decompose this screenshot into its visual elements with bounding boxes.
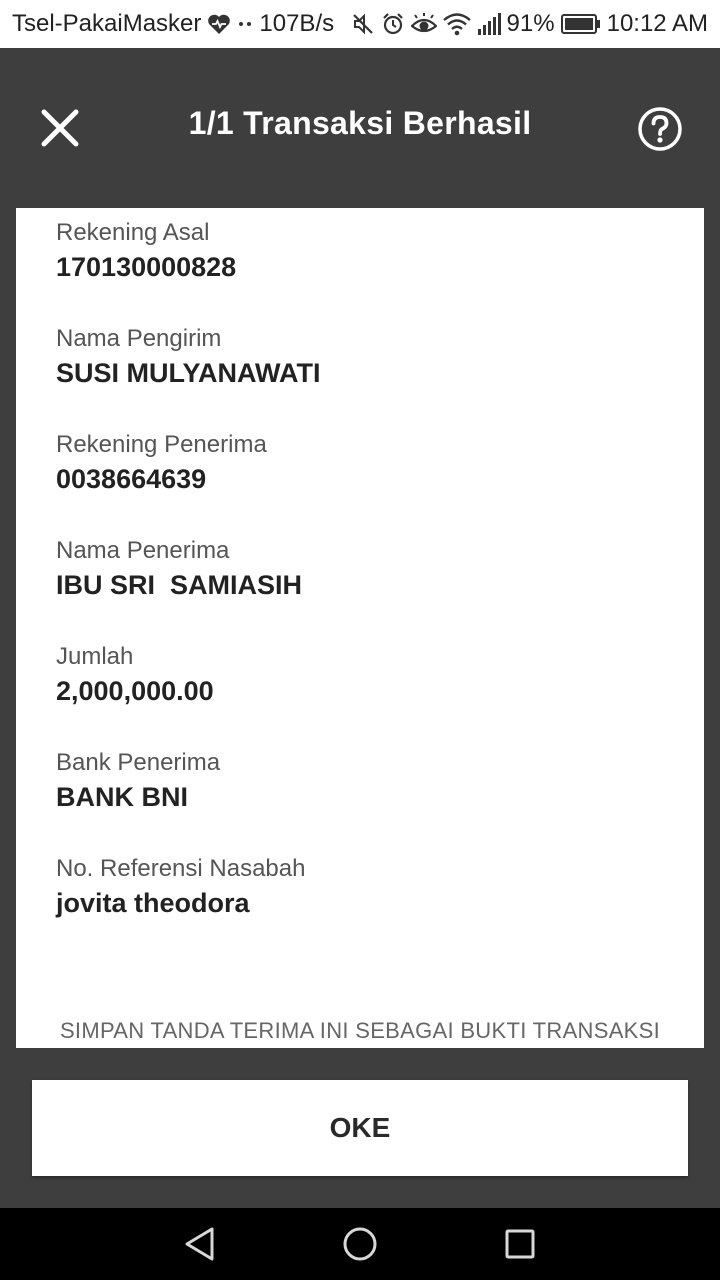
field-value: IBU SRI SAMIASIH [56, 570, 303, 600]
receipt-footer-note: SIMPAN TANDA TERIMA INI SEBAGAI BUKTI TR… [59, 1018, 661, 1043]
close-icon [41, 109, 79, 147]
status-bar: Tsel-PakaiMasker 107B/s 91% 10:12 AM [0, 0, 720, 48]
field-label: Nama Penerima [56, 537, 230, 564]
home-icon [343, 1227, 377, 1261]
field-jumlah: Jumlah 2,000,000.00 [56, 642, 214, 708]
receipt-card: Rekening Asal 170130000828 Nama Pengirim… [16, 208, 704, 1048]
recents-icon [505, 1229, 535, 1259]
alarm-icon [381, 12, 405, 36]
field-label: Bank Penerima [56, 749, 221, 776]
field-label: Rekening Asal [56, 219, 210, 246]
field-label: Jumlah [56, 643, 134, 670]
app-header: 1/1 Transaksi Berhasil [0, 48, 720, 208]
field-nama-penerima: Nama Penerima IBU SRI SAMIASIH [56, 536, 302, 602]
dots-icon [237, 19, 253, 29]
field-referensi-nasabah: No. Referensi Nasabah jovita theodora [56, 854, 305, 920]
field-value: 0038664639 [56, 464, 207, 494]
battery-icon [560, 14, 601, 34]
field-value: BANK BNI [56, 782, 188, 812]
field-bank-penerima: Bank Penerima BANK BNI [56, 748, 220, 814]
page-title: 1/1 Transaksi Berhasil [188, 105, 532, 141]
battery-percent: 91% [506, 10, 555, 37]
field-value: jovita theodora [56, 888, 250, 918]
nav-recents-button[interactable] [496, 1220, 544, 1268]
net-speed: 107B/s [259, 10, 335, 37]
eye-icon [410, 13, 437, 35]
back-icon [185, 1227, 214, 1261]
nav-bar [0, 1208, 720, 1280]
help-icon [638, 107, 682, 151]
field-label: Nama Pengirim [56, 325, 222, 352]
help-button[interactable] [636, 105, 684, 153]
close-button[interactable] [38, 106, 82, 150]
field-value: 170130000828 [56, 252, 237, 282]
wifi-icon [442, 12, 471, 36]
field-rekening-asal: Rekening Asal 170130000828 [56, 218, 236, 284]
signal-icon [477, 13, 501, 35]
status-bar-right: 91% 10:12 AM [351, 10, 708, 38]
field-value: SUSI MULYANAWATI [56, 358, 321, 388]
nav-back-button[interactable] [176, 1220, 224, 1268]
clock: 10:12 AM [606, 10, 708, 37]
mute-icon [351, 12, 375, 36]
heart-icon [207, 13, 231, 35]
carrier-name: Tsel-PakaiMasker [12, 10, 202, 37]
nav-home-button[interactable] [336, 1220, 384, 1268]
field-rekening-penerima: Rekening Penerima 0038664639 [56, 430, 267, 496]
field-value: 2,000,000.00 [56, 676, 214, 706]
ok-button[interactable]: OKE [32, 1080, 688, 1176]
field-label: Rekening Penerima [56, 431, 267, 458]
status-bar-left: Tsel-PakaiMasker 107B/s [12, 10, 334, 38]
field-nama-pengirim: Nama Pengirim SUSI MULYANAWATI [56, 324, 321, 390]
field-label: No. Referensi Nasabah [56, 855, 306, 882]
